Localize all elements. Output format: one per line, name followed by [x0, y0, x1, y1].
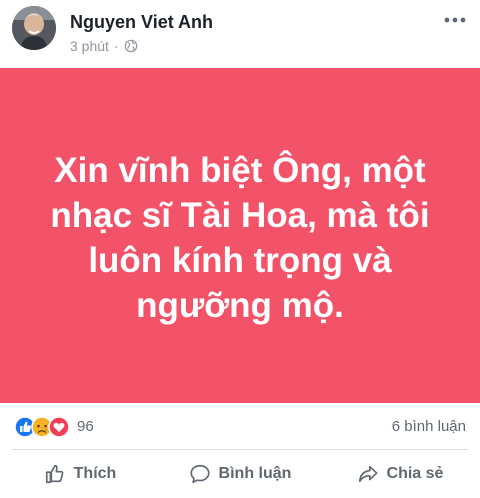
- share-label: Chia sẻ: [386, 465, 444, 482]
- more-options-button[interactable]: [440, 8, 470, 32]
- love-icon: [48, 416, 70, 438]
- share-button[interactable]: Chia sẻ: [320, 452, 480, 496]
- globe-icon[interactable]: [124, 39, 138, 53]
- avatar[interactable]: [12, 6, 56, 50]
- post-meta: 3 phút ·: [70, 38, 138, 54]
- post-header: Nguyen Viet Anh 3 phút ·: [0, 0, 480, 66]
- reactions-summary: 96 6 bình luận: [0, 414, 480, 440]
- avatar-image: [12, 6, 56, 50]
- author-name[interactable]: Nguyen Viet Anh: [70, 12, 213, 33]
- reaction-icons[interactable]: [14, 416, 76, 438]
- comment-label: Bình luận: [218, 465, 292, 482]
- post-time[interactable]: 3 phút: [70, 38, 109, 54]
- post-text: Xin vĩnh biệt Ông, một nhạc sĩ Tài Hoa, …: [50, 150, 430, 325]
- comment-count[interactable]: 6 bình luận: [392, 418, 466, 435]
- divider: [12, 449, 468, 450]
- reaction-count[interactable]: 96: [77, 418, 94, 435]
- comment-button[interactable]: Bình luận: [160, 452, 320, 496]
- ellipsis-icon: [444, 17, 466, 23]
- like-button[interactable]: Thích: [0, 452, 160, 496]
- like-label: Thích: [73, 465, 117, 482]
- post-background-card: Xin vĩnh biệt Ông, một nhạc sĩ Tài Hoa, …: [0, 68, 480, 403]
- comment-icon: [190, 464, 210, 484]
- action-bar: Thích Bình luận Chia sẻ: [0, 452, 480, 496]
- thumbs-up-icon: [45, 464, 64, 484]
- share-icon: [358, 465, 378, 483]
